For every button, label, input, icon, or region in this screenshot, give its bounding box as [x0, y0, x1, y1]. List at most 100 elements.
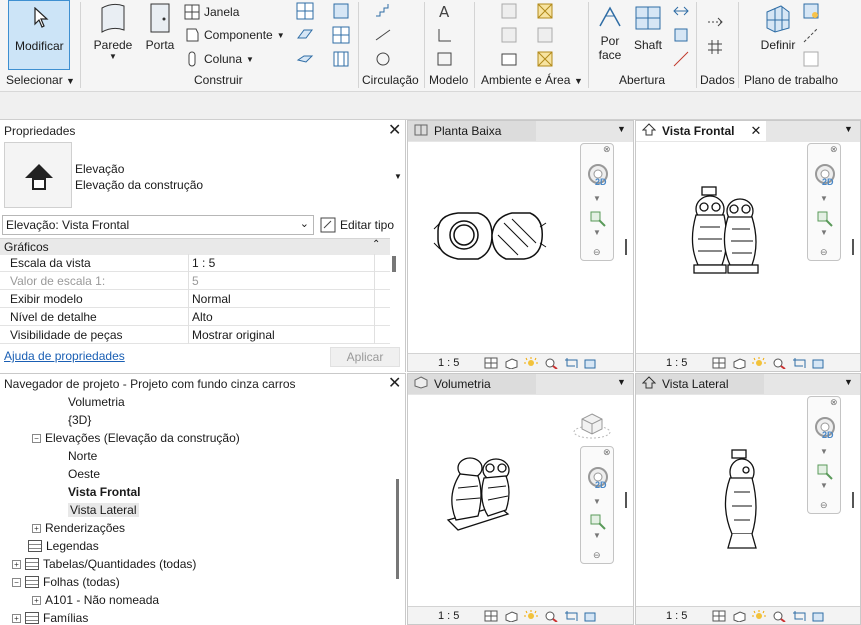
- view-menu-icon[interactable]: ▼: [844, 124, 853, 134]
- select-dropdown-icon[interactable]: ▼: [66, 76, 75, 86]
- property-value[interactable]: Alto: [192, 310, 213, 324]
- tree-item[interactable]: Norte: [68, 449, 97, 463]
- dormer-icon[interactable]: [672, 50, 690, 68]
- property-row[interactable]: Escala da vista 1 : 5: [0, 254, 390, 272]
- nav-close-icon[interactable]: ⊗: [830, 397, 838, 408]
- graphics-group-header[interactable]: Gráficos ⌃: [0, 238, 390, 255]
- zoom-icon[interactable]: [589, 513, 609, 531]
- navigation-bar[interactable]: 2D ▼ ⊖ ⊗ ▼: [807, 143, 841, 261]
- reveal-icon[interactable]: [584, 357, 598, 369]
- detail-level-icon[interactable]: [484, 357, 498, 369]
- view-scrollbar[interactable]: [625, 239, 627, 255]
- room-area-dropdown-icon[interactable]: ▼: [574, 76, 583, 86]
- detail-level-icon[interactable]: [712, 610, 726, 622]
- area-sep-icon[interactable]: [536, 26, 554, 44]
- crop-icon[interactable]: [564, 610, 578, 622]
- property-value[interactable]: Mostrar original: [192, 328, 275, 342]
- by-face-button[interactable]: Por face: [594, 2, 626, 62]
- shadows-icon[interactable]: [772, 357, 786, 369]
- model-drawing[interactable]: [408, 143, 578, 349]
- property-row[interactable]: Exibir modelo Normal: [0, 290, 390, 308]
- property-value[interactable]: 1 : 5: [192, 256, 215, 270]
- tree-item[interactable]: + Renderizações: [32, 521, 125, 535]
- close-icon[interactable]: ✕: [750, 123, 761, 139]
- expand-toggle-icon[interactable]: −: [32, 433, 41, 443]
- reveal-icon[interactable]: [584, 610, 598, 622]
- properties-help-link[interactable]: Ajuda de propriedades: [4, 349, 125, 363]
- nav-chevron-icon[interactable]: ▼: [820, 481, 828, 490]
- view-scrollbar[interactable]: [852, 492, 854, 508]
- model-text-icon[interactable]: A: [436, 2, 454, 20]
- nav-menu-icon[interactable]: ▼: [593, 194, 601, 203]
- datum-grid-icon[interactable]: [706, 38, 724, 56]
- view-scale[interactable]: 1 : 5: [666, 610, 706, 622]
- grid-icon[interactable]: [332, 26, 350, 44]
- expand-toggle-icon[interactable]: +: [12, 559, 21, 569]
- sun-path-icon[interactable]: [524, 609, 538, 622]
- ramp-icon[interactable]: [374, 26, 392, 44]
- nav-options-icon[interactable]: ⊖: [820, 500, 828, 511]
- view-scrollbar[interactable]: [625, 492, 627, 508]
- model-drawing[interactable]: [636, 143, 806, 349]
- tree-item[interactable]: Oeste: [68, 467, 100, 481]
- nav-close-icon[interactable]: ⊗: [830, 144, 838, 155]
- zoom-icon[interactable]: [589, 210, 609, 228]
- property-row[interactable]: Valor de escala 1: 5: [0, 272, 390, 290]
- view-scale[interactable]: 1 : 5: [666, 357, 706, 369]
- tree-item[interactable]: − Folhas (todas): [12, 575, 120, 589]
- type-dropdown-icon[interactable]: ▼: [394, 172, 402, 181]
- crop-icon[interactable]: [792, 610, 806, 622]
- roof-icon[interactable]: [296, 2, 314, 20]
- zoom-icon[interactable]: [816, 210, 836, 228]
- tree-item[interactable]: + A101 - Não nomeada: [32, 593, 159, 607]
- model-group-icon[interactable]: [436, 50, 454, 68]
- shaft-button[interactable]: Shaft: [630, 2, 666, 52]
- sun-path-icon[interactable]: [752, 609, 766, 622]
- tree-item[interactable]: Volumetria: [68, 395, 125, 409]
- model-line-icon[interactable]: [436, 26, 454, 44]
- view-scrollbar[interactable]: [852, 239, 854, 255]
- tree-item[interactable]: + Famílias: [12, 611, 88, 625]
- property-value[interactable]: 5: [192, 274, 199, 288]
- property-row[interactable]: Visibilidade de peças Mostrar original: [0, 326, 390, 344]
- props-scrollbar[interactable]: [392, 256, 396, 272]
- model-drawing[interactable]: [408, 396, 578, 602]
- area-icon[interactable]: [536, 2, 554, 20]
- view-scale[interactable]: 1 : 5: [438, 357, 478, 369]
- ref-plane-icon[interactable]: [802, 26, 820, 44]
- property-row[interactable]: Nível de detalhe Alto: [0, 308, 390, 326]
- tree-item[interactable]: Vista Frontal: [68, 485, 140, 499]
- view-tab[interactable]: Vista Frontal ✕: [636, 121, 766, 141]
- navigation-bar[interactable]: 2D ▼ ⊖ ⊗ ▼: [807, 396, 841, 514]
- edit-type-button[interactable]: Editar tipo: [320, 215, 402, 235]
- shadows-icon[interactable]: [772, 610, 786, 622]
- apply-button[interactable]: Aplicar: [330, 347, 400, 367]
- component-button[interactable]: Componente ▼: [184, 27, 285, 43]
- tag-room-icon[interactable]: [500, 50, 518, 68]
- door-button[interactable]: Porta: [142, 2, 178, 52]
- room-icon[interactable]: [500, 2, 518, 20]
- tree-item[interactable]: Vista Lateral: [68, 503, 139, 517]
- sun-path-icon[interactable]: [752, 356, 766, 369]
- view-menu-icon[interactable]: ▼: [617, 377, 626, 387]
- crop-icon[interactable]: [792, 357, 806, 369]
- railing-icon[interactable]: [374, 50, 392, 68]
- show-icon[interactable]: [802, 2, 820, 20]
- visual-style-icon[interactable]: [732, 357, 746, 369]
- detail-level-icon[interactable]: [484, 610, 498, 622]
- view-tab[interactable]: Volumetria: [408, 374, 536, 394]
- mullion-icon[interactable]: [332, 50, 350, 68]
- nav-menu-icon[interactable]: ▼: [820, 447, 828, 456]
- nav-chevron-icon[interactable]: ▼: [593, 531, 601, 540]
- view-scale[interactable]: 1 : 5: [438, 610, 478, 622]
- curtain-icon[interactable]: [332, 2, 350, 20]
- property-value[interactable]: Normal: [192, 292, 231, 306]
- tree-item[interactable]: + Tabelas/Quantidades (todas): [12, 557, 196, 571]
- expand-toggle-icon[interactable]: −: [12, 577, 21, 587]
- visual-style-icon[interactable]: [504, 610, 518, 622]
- tag-area-icon[interactable]: [536, 50, 554, 68]
- zoom-icon[interactable]: [816, 463, 836, 481]
- select-label[interactable]: Selecionar: [6, 73, 63, 87]
- reveal-icon[interactable]: [812, 357, 826, 369]
- ceiling-icon[interactable]: [296, 26, 314, 44]
